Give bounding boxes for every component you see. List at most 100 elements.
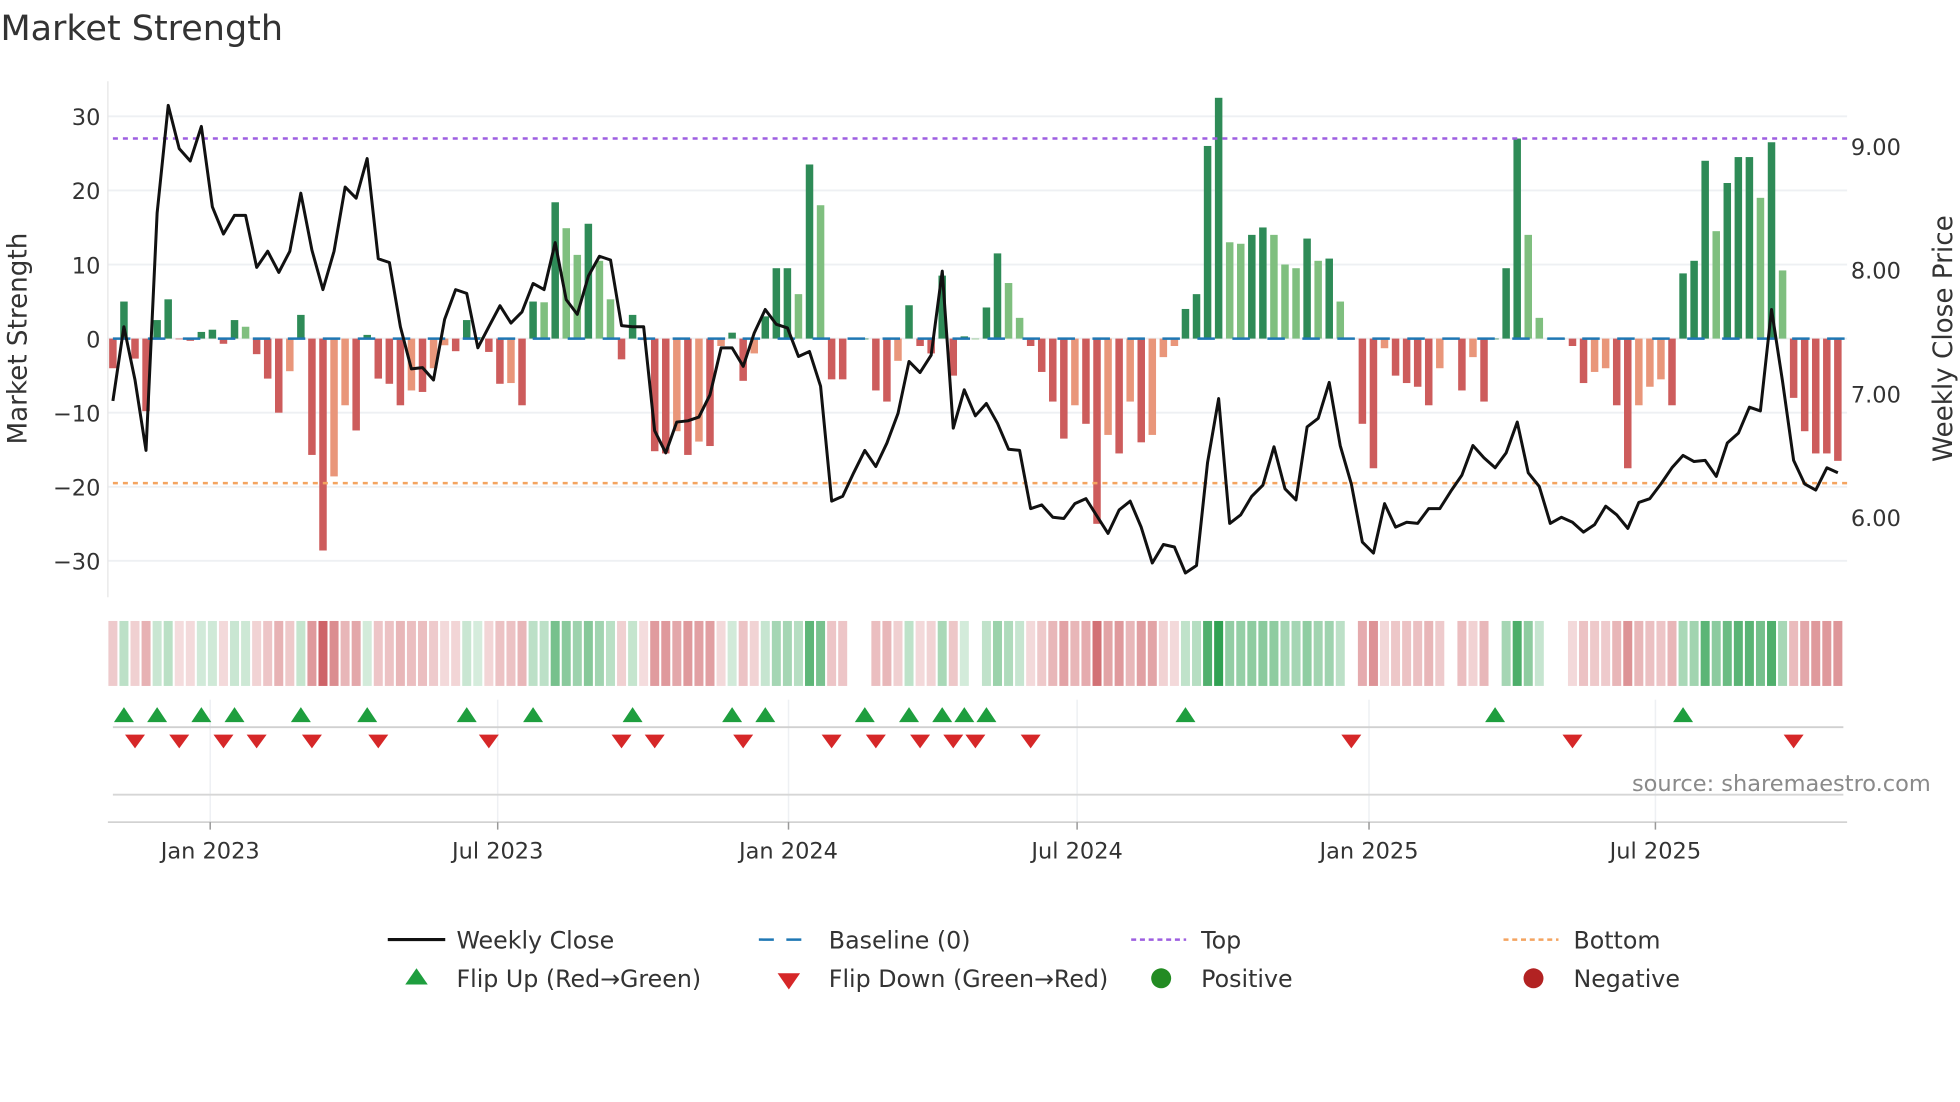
- heatmap-cell: [1280, 620, 1290, 686]
- source-label: source: sharemaestro.com: [1632, 771, 1931, 797]
- heatmap-cell: [1203, 620, 1213, 686]
- positive-bar: [1314, 260, 1322, 339]
- flip-up-marker: [523, 707, 544, 723]
- legend-bottom[interactable]: Bottom: [1503, 926, 1661, 954]
- legend-label: Baseline (0): [829, 926, 971, 954]
- heatmap-cell: [1435, 620, 1445, 686]
- heatmap-cell: [694, 620, 704, 686]
- y-tick-label: 10: [72, 253, 101, 279]
- heatmap-cell: [1026, 620, 1036, 686]
- heatmap-cell: [1180, 620, 1190, 686]
- heatmap-cell: [793, 620, 803, 686]
- heatmap-cell: [119, 620, 129, 686]
- flip-down-marker: [213, 734, 234, 749]
- legend-top[interactable]: Top: [1131, 926, 1241, 954]
- heatmap-cell: [1391, 620, 1401, 686]
- flip-up-marker: [976, 707, 997, 723]
- negative-bar: [319, 338, 327, 551]
- flip-up-marker: [456, 707, 477, 723]
- heatmap-cell: [307, 620, 317, 686]
- heatmap-cell: [252, 620, 262, 686]
- negative-bar: [485, 338, 493, 352]
- negative-bar: [396, 338, 405, 406]
- heatmap-cell: [517, 620, 527, 686]
- legend-weekly-close[interactable]: Weekly Close: [387, 926, 614, 954]
- heatmap-cell: [207, 620, 217, 686]
- negative-bar: [1480, 338, 1488, 402]
- y-tick-label: 30: [72, 105, 101, 131]
- heatmap-cell: [1590, 620, 1600, 686]
- heatmap-cell: [650, 620, 660, 686]
- legend-positive[interactable]: Positive: [1151, 965, 1293, 993]
- negative-bar: [1458, 338, 1466, 391]
- positive-bar: [1203, 145, 1212, 339]
- positive-bar: [728, 332, 736, 339]
- negative-bar: [1402, 338, 1411, 384]
- heatmap-cell: [451, 620, 461, 686]
- positive-bar: [1502, 268, 1510, 339]
- negative-bar: [1137, 338, 1145, 443]
- negative-bar: [894, 338, 902, 361]
- negative-bar: [1037, 338, 1046, 372]
- heatmap-cell: [882, 620, 892, 686]
- flip-down-marker: [1020, 734, 1041, 749]
- positive-bar: [1513, 138, 1521, 339]
- negative-bar: [1071, 338, 1079, 406]
- heatmap-cell: [263, 620, 273, 686]
- y-right-tick-label: 7.00: [1851, 382, 1901, 408]
- negative-bar: [1635, 338, 1643, 406]
- heatmap-cell: [1700, 620, 1710, 686]
- negative-bar: [1657, 338, 1665, 380]
- heatmap-cell: [716, 620, 726, 686]
- heatmap-cell: [1015, 620, 1025, 686]
- positive-bar: [1248, 234, 1256, 339]
- chart-title: Market Strength: [0, 9, 283, 49]
- positive-bar: [1181, 308, 1190, 339]
- flip-down-marker: [611, 734, 632, 749]
- legend-label: Flip Down (Green→Red): [829, 965, 1108, 993]
- heatmap-cell: [1733, 620, 1743, 686]
- positive-bar: [761, 316, 770, 339]
- legend-baseline[interactable]: Baseline (0): [758, 926, 971, 954]
- heatmap-cell: [1214, 620, 1224, 686]
- heatmap-cell: [1579, 620, 1589, 686]
- negative-bar: [1148, 338, 1157, 435]
- negative-bar: [286, 338, 294, 372]
- y-right-tick-label: 8.00: [1851, 259, 1901, 285]
- legend-flip-down[interactable]: Flip Down (Green→Red): [777, 965, 1109, 993]
- heatmap-cell: [196, 620, 206, 686]
- flip-down-marker: [910, 734, 931, 749]
- legend-negative[interactable]: Negative: [1523, 965, 1680, 993]
- negative-bar: [1612, 338, 1621, 406]
- positive-bar: [1225, 242, 1234, 339]
- negative-bar: [1126, 338, 1134, 402]
- heatmap-cell: [1059, 620, 1069, 686]
- heatmap-cell: [1479, 620, 1489, 686]
- heatmap-cell: [771, 620, 781, 686]
- y-right-tick-label: 6.00: [1851, 506, 1901, 532]
- x-tick-label: Jan 2023: [159, 838, 260, 864]
- heatmap-cell: [351, 620, 361, 686]
- heatmap-cell: [838, 620, 848, 686]
- heatmap-cell: [661, 620, 671, 686]
- heatmap-cell: [1037, 620, 1047, 686]
- flip-down-marker: [733, 734, 754, 749]
- heatmap-cell: [1601, 620, 1611, 686]
- legend-label: Top: [1200, 926, 1241, 954]
- heatmap-cell: [495, 620, 505, 686]
- negative-bar: [507, 338, 515, 384]
- negative-bar: [518, 338, 526, 406]
- positive-bar: [1690, 260, 1698, 339]
- flip-down-marker: [169, 734, 190, 749]
- y-tick-label: −30: [53, 550, 100, 576]
- legend-flip-up[interactable]: Flip Up (Red→Green): [405, 965, 701, 993]
- positive-bar: [606, 299, 615, 339]
- flip-up-marker: [1485, 707, 1506, 723]
- positive-bar: [971, 338, 980, 340]
- legend-label: Weekly Close: [456, 926, 614, 954]
- negative-bar: [883, 338, 891, 402]
- heatmap-cell: [981, 620, 991, 686]
- positive-bar: [241, 326, 250, 339]
- heatmap-cell: [860, 621, 869, 686]
- positive-bar: [230, 320, 239, 339]
